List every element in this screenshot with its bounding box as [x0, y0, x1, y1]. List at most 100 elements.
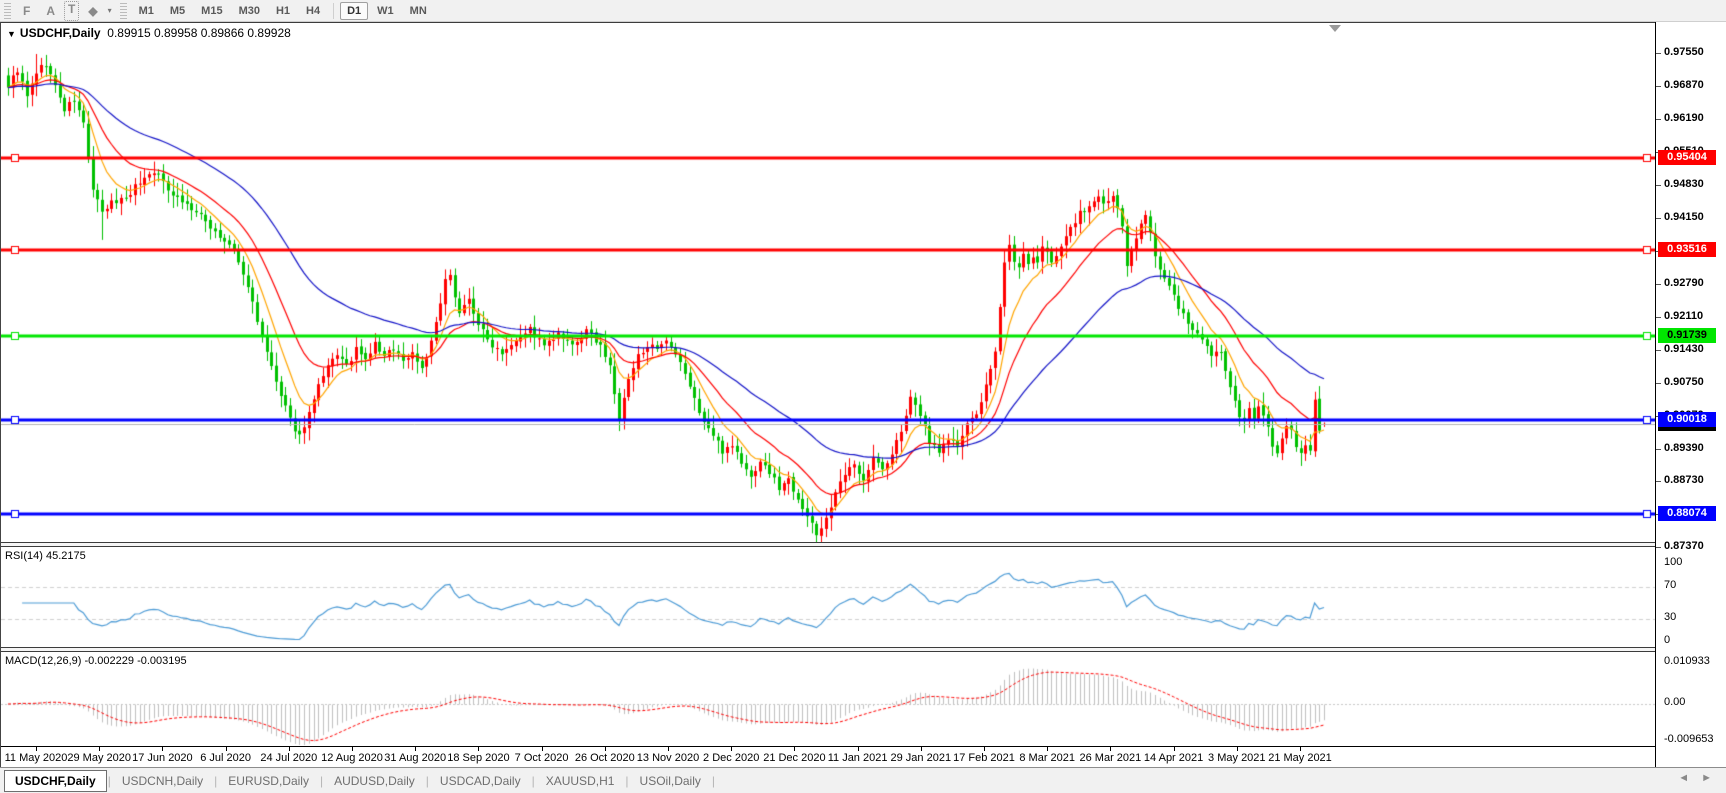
date-label: 26 Mar 2021: [1080, 752, 1142, 764]
date-label: 13 Nov 2020: [637, 752, 699, 764]
shapes-dropdown-caret[interactable]: ▾: [108, 6, 112, 15]
macd-pane: MACD(12,26,9) -0.002229 -0.003195: [1, 652, 1655, 746]
shapes-tool-icon[interactable]: ◆: [81, 1, 104, 21]
date-label: 11 Jan 2021: [828, 752, 888, 764]
time-axis-tick: [984, 747, 985, 751]
date-label: 3 May 2021: [1208, 752, 1265, 764]
date-label: 2 Dec 2020: [703, 752, 759, 764]
date-label: 8 Mar 2021: [1019, 752, 1075, 764]
price-label: 0.96190: [1664, 112, 1704, 124]
price-tick: [1656, 350, 1661, 351]
time-axis-tick: [794, 747, 795, 751]
chart-area: ▼ USDCHF,Daily 0.89915 0.89958 0.89866 0.…: [0, 22, 1655, 767]
price-label: 0.91430: [1664, 343, 1704, 355]
chart-window: ▼ USDCHF,Daily 0.89915 0.89958 0.89866 0.…: [0, 22, 1726, 767]
macd-label: MACD(12,26,9) -0.002229 -0.003195: [5, 655, 187, 667]
tab-scroll-right-icon[interactable]: ►: [1695, 772, 1718, 784]
chart-tab-usoil[interactable]: USOil,Daily: [630, 771, 711, 791]
price-label: 0.96870: [1664, 79, 1704, 91]
time-axis[interactable]: 11 May 202029 May 202017 Jun 20206 Jul 2…: [1, 746, 1655, 768]
timeframe-button-d1[interactable]: D1: [340, 2, 368, 20]
tab-divider: |: [711, 774, 716, 788]
date-label: 12 Aug 2020: [321, 752, 383, 764]
chart-shift-marker-icon[interactable]: [1329, 25, 1341, 32]
timeframe-button-m5[interactable]: M5: [163, 2, 192, 20]
macd-axis-label: -0.009653: [1664, 733, 1714, 745]
date-label: 21 May 2021: [1268, 752, 1332, 764]
price-tick: [1656, 53, 1661, 54]
price-tick: [1656, 547, 1661, 548]
price-line-badge: 0.91739: [1658, 328, 1716, 343]
time-axis-tick: [1110, 747, 1111, 751]
tab-scroll-left-icon[interactable]: ◄: [1672, 772, 1695, 784]
chart-ohlc-values: 0.89915 0.89958 0.89866 0.89928: [107, 26, 291, 40]
price-label: 0.87370: [1664, 540, 1704, 552]
time-axis-tick: [1237, 747, 1238, 751]
price-tick: [1656, 119, 1661, 120]
price-label: 0.97550: [1664, 46, 1704, 58]
date-label: 24 Jul 2020: [260, 752, 317, 764]
rsi-axis-label: 0: [1664, 634, 1670, 646]
rsi-pane: RSI(14) 45.2175: [1, 547, 1655, 647]
rsi-axis-label: 30: [1664, 611, 1676, 623]
chart-tab-eurusd[interactable]: EURUSD,Daily: [218, 771, 319, 791]
time-axis-tick: [731, 747, 732, 751]
macd-pane-canvas[interactable]: [1, 652, 1655, 746]
price-tick: [1656, 481, 1661, 482]
fibonacci-tool-icon[interactable]: F: [16, 1, 37, 21]
toolbar-grip[interactable]: [4, 3, 11, 19]
price-tick: [1656, 86, 1661, 87]
timeframe-button-m15[interactable]: M15: [194, 2, 229, 20]
timeframe-button-mn[interactable]: MN: [403, 2, 434, 20]
date-label: 29 May 2020: [67, 752, 131, 764]
chart-tab-usdcnh[interactable]: USDCNH,Daily: [112, 771, 213, 791]
timeframe-button-w1[interactable]: W1: [370, 2, 401, 20]
label-tool-icon[interactable]: A: [39, 1, 62, 21]
price-axis[interactable]: 0.975500.968700.961900.955100.948300.941…: [1655, 22, 1726, 767]
date-label: 6 Jul 2020: [200, 752, 251, 764]
time-axis-tick: [542, 747, 543, 751]
chart-tab-audusd[interactable]: AUDUSD,Daily: [324, 771, 425, 791]
time-axis-tick: [36, 747, 37, 751]
time-axis-tick: [1174, 747, 1175, 751]
rsi-pane-canvas[interactable]: [1, 547, 1655, 647]
chart-tab-usdcad[interactable]: USDCAD,Daily: [430, 771, 531, 791]
date-label: 29 Jan 2021: [891, 752, 952, 764]
chart-tab-usdchf[interactable]: USDCHF,Daily: [4, 770, 107, 792]
toolbar-separator: [333, 3, 334, 19]
chart-tab-bar: USDCHF,Daily|USDCNH,Daily|EURUSD,Daily|A…: [0, 767, 1726, 793]
timeframe-button-h4[interactable]: H4: [299, 2, 327, 20]
price-tick: [1656, 284, 1661, 285]
date-label: 14 Apr 2021: [1144, 752, 1203, 764]
price-label: 0.90750: [1664, 376, 1704, 388]
timeframe-button-m30[interactable]: M30: [232, 2, 267, 20]
time-axis-tick: [921, 747, 922, 751]
price-line-badge: 0.95404: [1658, 150, 1716, 165]
top-toolbar: FAT◆ ▾ M1M5M15M30H1H4 D1W1MN: [0, 0, 1726, 22]
price-label: 0.94830: [1664, 178, 1704, 190]
price-line-badge: 0.88074: [1658, 506, 1716, 521]
price-line-badge: 0.90018: [1658, 412, 1716, 427]
chart-tab-xauusd[interactable]: XAUUSD,H1: [536, 771, 625, 791]
text-tool-icon[interactable]: T: [64, 1, 79, 21]
macd-axis-label: 0.010933: [1664, 655, 1710, 667]
price-pane-canvas[interactable]: [1, 23, 1655, 542]
timeframe-button-h1[interactable]: H1: [269, 2, 297, 20]
time-axis-tick: [226, 747, 227, 751]
price-label: 0.92790: [1664, 277, 1704, 289]
price-label: 0.89390: [1664, 442, 1704, 454]
time-axis-tick: [352, 747, 353, 751]
price-tick: [1656, 185, 1661, 186]
rsi-axis-label: 70: [1664, 579, 1676, 591]
chart-symbol-period: USDCHF,Daily: [20, 26, 101, 40]
timeframe-button-m1[interactable]: M1: [132, 2, 161, 20]
chart-title: ▼ USDCHF,Daily 0.89915 0.89958 0.89866 0.…: [7, 26, 291, 40]
price-line-badge: 0.93516: [1658, 242, 1716, 257]
toolbar-grip-2[interactable]: [120, 3, 127, 19]
time-axis-tick: [1300, 747, 1301, 751]
macd-axis-label: 0.00: [1664, 696, 1685, 708]
price-pane: ▼ USDCHF,Daily 0.89915 0.89958 0.89866 0.…: [1, 22, 1655, 542]
date-label: 7 Oct 2020: [515, 752, 569, 764]
time-axis-tick: [858, 747, 859, 751]
symbol-dropdown-icon[interactable]: ▼: [7, 29, 16, 39]
